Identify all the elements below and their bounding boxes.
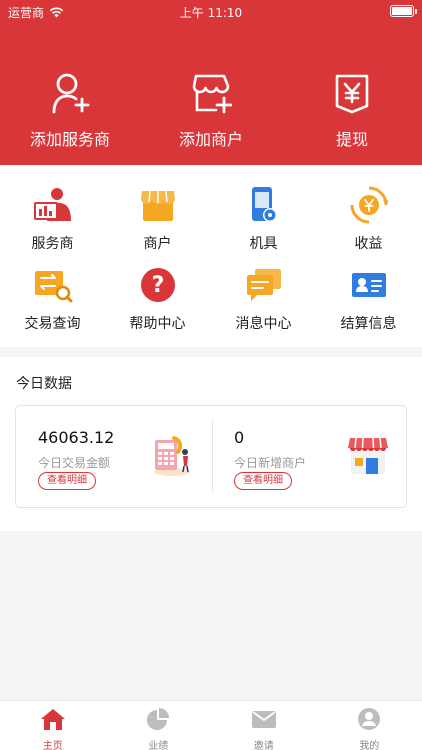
tab-invite[interactable]: 邀请	[211, 701, 317, 750]
add-store-icon	[192, 74, 232, 114]
grid-item-service-provider[interactable]: 服务商	[0, 185, 105, 253]
profile-icon	[358, 708, 381, 730]
device-icon	[244, 185, 284, 225]
withdraw-label: 提现	[335, 130, 368, 149]
grid-item-earnings[interactable]: 收益	[316, 185, 421, 253]
view-details-button[interactable]: 查看明细	[234, 472, 292, 490]
transaction-query-icon	[33, 265, 73, 305]
add-service-provider-label: 添加服务商	[29, 130, 110, 149]
stat-value: 46063.12	[38, 428, 115, 447]
tab-bar: 主页 业绩 邀请 我的	[0, 700, 422, 750]
withdraw-button[interactable]: 提现	[282, 72, 422, 150]
tab-performance[interactable]: 业绩	[106, 701, 212, 750]
stat-label: 今日交易金额	[38, 456, 111, 470]
grid-item-message[interactable]: 消息中心	[211, 265, 316, 333]
grid-item-transaction-query[interactable]: 交易查询	[0, 265, 105, 333]
battery-icon	[390, 5, 414, 17]
grid-item-label: 帮助中心	[129, 316, 186, 332]
grid-item-label: 消息中心	[235, 316, 292, 332]
message-icon	[244, 265, 284, 305]
store-illustration-icon	[348, 437, 388, 474]
menu-grid: 服务商 商户 机具 收益 交易查询 ? 帮助中心 消息中心 结算信息	[0, 165, 422, 347]
tab-label: 业绩	[148, 741, 169, 750]
clock: 上午 11:10	[179, 6, 243, 20]
home-icon	[40, 709, 65, 730]
help-icon: ?	[138, 265, 178, 305]
grid-item-label: 机具	[249, 236, 278, 252]
grid-item-settlement[interactable]: 结算信息	[316, 265, 421, 333]
tab-home[interactable]: 主页	[0, 701, 106, 750]
section-title: 今日数据	[16, 376, 72, 392]
status-bar: 运营商 上午 11:10	[0, 0, 422, 22]
today-data-section: 今日数据 46063.12 今日交易金额 查看明细 0 今日新增商户 查看明细	[0, 357, 422, 531]
stat-transaction-amount: 46063.12 今日交易金额 查看明细	[16, 406, 212, 509]
stat-new-merchants: 0 今日新增商户 查看明细	[212, 406, 408, 509]
view-details-button[interactable]: 查看明细	[38, 472, 96, 490]
pie-chart-icon	[147, 708, 170, 730]
tab-profile[interactable]: 我的	[317, 701, 422, 750]
grid-item-label: 商户	[143, 236, 172, 252]
add-user-icon	[52, 73, 90, 114]
mail-icon	[251, 711, 276, 728]
merchant-icon	[138, 185, 178, 225]
grid-item-help[interactable]: ? 帮助中心	[105, 265, 210, 333]
grid-item-label: 收益	[354, 236, 383, 252]
svg-text:?: ?	[151, 273, 164, 298]
battery-tip	[415, 9, 417, 14]
grid-item-device[interactable]: 机具	[211, 185, 316, 253]
stat-label: 今日新增商户	[234, 456, 307, 470]
today-data-card: 46063.12 今日交易金额 查看明细 0 今日新增商户 查看明细	[15, 405, 407, 508]
header-banner: 添加服务商 添加商户 提现	[0, 22, 422, 165]
grid-item-label: 结算信息	[340, 316, 397, 332]
withdraw-icon	[335, 74, 369, 114]
tab-label: 我的	[359, 741, 380, 750]
settlement-icon	[349, 265, 389, 305]
service-provider-icon	[33, 185, 73, 225]
calculator-illustration-icon	[154, 436, 190, 476]
add-service-provider-button[interactable]: 添加服务商	[0, 72, 140, 150]
grid-item-merchant[interactable]: 商户	[105, 185, 210, 253]
stat-value: 0	[234, 428, 245, 447]
tab-label: 主页	[42, 741, 63, 750]
add-merchant-button[interactable]: 添加商户	[141, 72, 281, 150]
grid-item-label: 服务商	[31, 236, 74, 252]
grid-item-label: 交易查询	[24, 316, 81, 332]
earnings-icon	[349, 185, 389, 225]
tab-label: 邀请	[253, 741, 274, 750]
add-merchant-label: 添加商户	[178, 130, 243, 149]
